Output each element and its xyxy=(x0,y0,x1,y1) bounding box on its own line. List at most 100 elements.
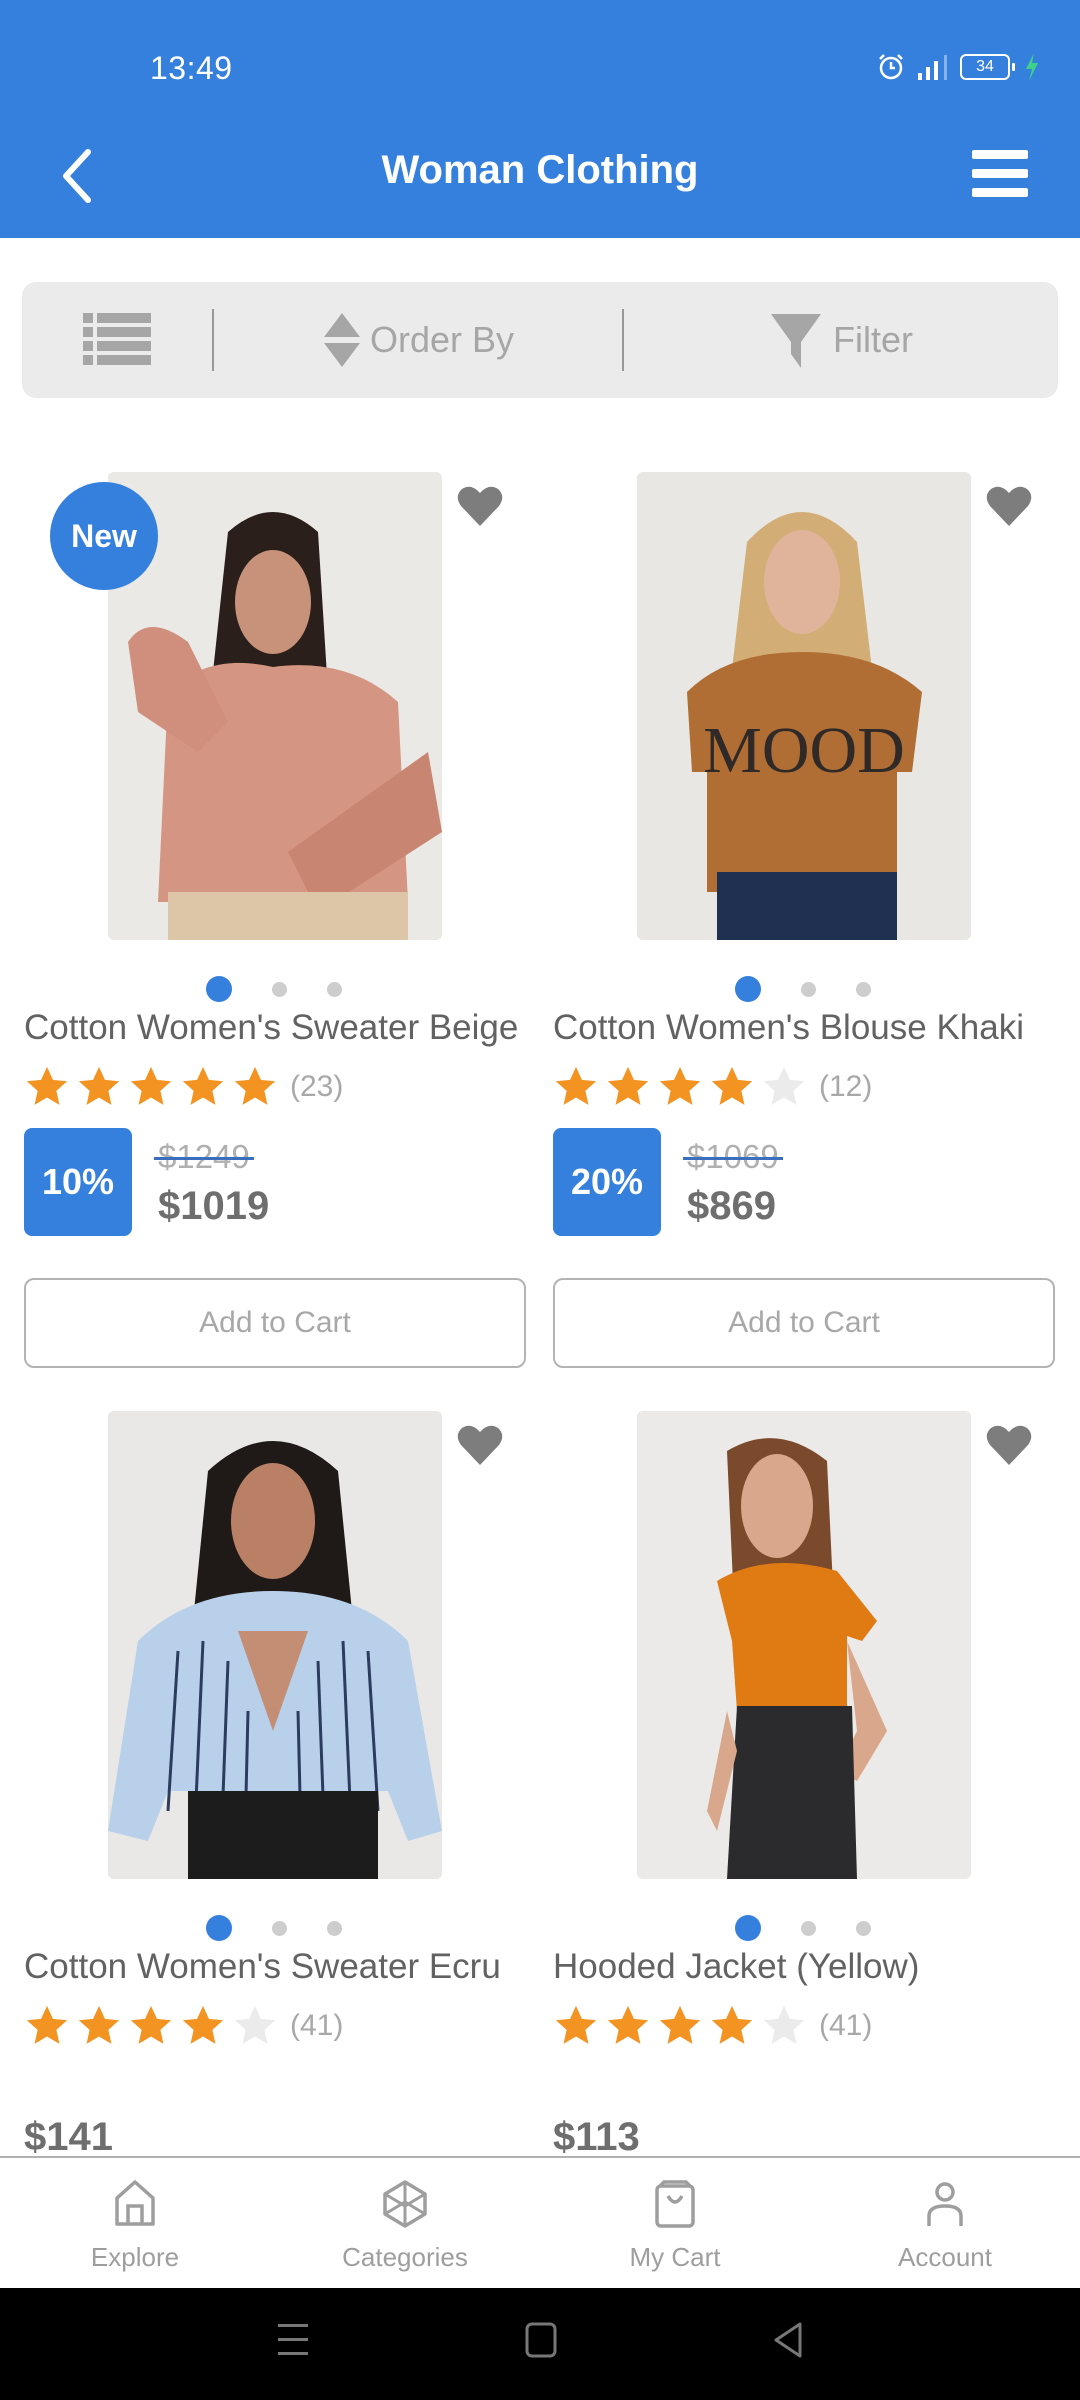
product-card: Cotton Women's Sweater Ecru (41) $141 xyxy=(22,1411,542,2159)
status-icons: 34 xyxy=(876,52,1040,82)
pagination-dot[interactable] xyxy=(272,981,287,997)
back-system-button[interactable] xyxy=(772,2322,806,2363)
star-filled-icon xyxy=(659,1066,701,1105)
star-filled-icon xyxy=(26,1066,68,1105)
favorite-button[interactable] xyxy=(985,484,1033,528)
image-pagination xyxy=(551,976,1055,1002)
new-badge: New xyxy=(50,482,158,590)
menu-button[interactable] xyxy=(972,150,1028,198)
discount-badge: 20% xyxy=(553,1128,661,1236)
star-empty-icon xyxy=(763,1066,805,1105)
star-filled-icon xyxy=(130,1066,172,1105)
pagination-dot-active[interactable] xyxy=(206,1915,232,1941)
product-name[interactable]: Cotton Women's Blouse Khaki xyxy=(553,1008,1024,1048)
page-title: Woman Clothing xyxy=(381,148,699,192)
nav-label: Explore xyxy=(90,2242,180,2272)
filter-label: Filter xyxy=(833,319,913,360)
pagination-dot[interactable] xyxy=(856,1920,871,1936)
add-to-cart-button[interactable]: Add to Cart xyxy=(553,1278,1055,1368)
heart-icon xyxy=(457,486,503,526)
pagination-dot-active[interactable] xyxy=(735,1915,761,1941)
star-filled-icon xyxy=(711,1066,753,1105)
product-photo xyxy=(108,1411,442,1879)
product-name[interactable]: Cotton Women's Sweater Beige xyxy=(24,1008,518,1048)
shirt-print: MOOD xyxy=(703,714,905,787)
battery-icon: 34 xyxy=(960,54,1015,80)
favorite-button[interactable] xyxy=(456,1423,504,1467)
sale-price: $1019 xyxy=(158,1184,270,1228)
pagination-dot[interactable] xyxy=(801,1920,816,1936)
home-system-button[interactable] xyxy=(524,2322,558,2363)
star-rating: (41) xyxy=(24,2003,343,2049)
battery-level: 34 xyxy=(976,58,994,75)
star-rating: (23) xyxy=(24,1064,343,1110)
order-by-button[interactable]: Order By xyxy=(214,282,622,398)
pagination-dot[interactable] xyxy=(272,1920,287,1936)
pagination-dot[interactable] xyxy=(801,981,816,997)
list-view-toggle[interactable] xyxy=(22,282,212,398)
back-triangle-icon xyxy=(774,2322,802,2358)
review-count: (12) xyxy=(819,1070,873,1103)
favorite-button[interactable] xyxy=(985,1423,1033,1467)
product-price: $141 xyxy=(24,2115,113,2159)
heart-icon xyxy=(986,486,1032,526)
star-filled-icon xyxy=(182,2005,224,2044)
product-name[interactable]: Hooded Jacket (Yellow) xyxy=(553,1947,919,1987)
product-photo: MOOD xyxy=(637,472,971,940)
nav-my-cart[interactable]: My Cart xyxy=(540,2158,810,2288)
product-image[interactable] xyxy=(108,472,442,940)
heart-icon xyxy=(457,1425,503,1465)
hamburger-menu-icon xyxy=(972,150,1028,159)
sale-price: $869 xyxy=(687,1184,776,1228)
star-filled-icon xyxy=(234,1066,276,1105)
funnel-icon xyxy=(771,314,821,368)
sort-icon xyxy=(323,313,360,367)
recents-button[interactable] xyxy=(276,2322,310,2363)
system-navigation-bar xyxy=(0,2288,1080,2400)
recents-icon xyxy=(278,2324,308,2355)
product-image[interactable]: MOOD xyxy=(637,472,971,940)
pagination-dot-active[interactable] xyxy=(206,976,232,1002)
product-price: $113 xyxy=(553,2115,640,2159)
nav-account[interactable]: Account xyxy=(810,2158,1080,2288)
star-rating: (12) xyxy=(553,1064,872,1110)
pagination-dot[interactable] xyxy=(856,981,871,997)
add-to-cart-button[interactable]: Add to Cart xyxy=(24,1278,526,1368)
favorite-button[interactable] xyxy=(456,484,504,528)
product-card: Hooded Jacket (Yellow) (41) $113 xyxy=(551,1411,1071,2159)
cube-icon xyxy=(383,2180,427,2228)
star-filled-icon xyxy=(130,2005,172,2044)
review-count: (41) xyxy=(819,2009,873,2042)
product-image[interactable] xyxy=(108,1411,442,1879)
hamburger-line xyxy=(972,169,1028,178)
star-rating: (41) xyxy=(553,2003,872,2049)
status-time: 13:49 xyxy=(150,50,233,86)
original-price: $1249 xyxy=(154,1138,254,1175)
hamburger-line xyxy=(972,188,1028,197)
heart-icon xyxy=(986,1425,1032,1465)
product-photo xyxy=(637,1411,971,1879)
nav-categories[interactable]: Categories xyxy=(270,2158,540,2288)
charging-icon xyxy=(1026,53,1038,81)
order-by-label: Order By xyxy=(369,319,515,360)
app-header: 13:49 34 Woman Clothing xyxy=(0,0,1080,238)
image-pagination xyxy=(22,976,526,1002)
pagination-dot[interactable] xyxy=(327,1920,342,1936)
list-view-icon xyxy=(83,313,151,365)
pagination-dot-active[interactable] xyxy=(735,976,761,1002)
product-card: New Cotton Women's Sweater Beige (23) 10… xyxy=(22,472,542,1372)
product-card: MOOD Cotton Women's Blouse Khaki (12) 20… xyxy=(551,472,1071,1372)
pagination-dot[interactable] xyxy=(327,981,342,997)
original-price: $1069 xyxy=(683,1138,783,1175)
review-count: (23) xyxy=(290,1070,344,1103)
sort-filter-toolbar: Order By Filter xyxy=(22,282,1058,398)
star-filled-icon xyxy=(607,2005,649,2044)
user-icon xyxy=(927,2182,963,2226)
image-pagination xyxy=(551,1915,1055,1941)
product-image[interactable] xyxy=(637,1411,971,1879)
nav-explore[interactable]: Explore xyxy=(0,2158,270,2288)
home-button-icon xyxy=(525,2322,557,2358)
product-name[interactable]: Cotton Women's Sweater Ecru xyxy=(24,1947,501,1987)
nav-label: My Cart xyxy=(629,2242,721,2272)
filter-button[interactable]: Filter xyxy=(624,282,1058,398)
